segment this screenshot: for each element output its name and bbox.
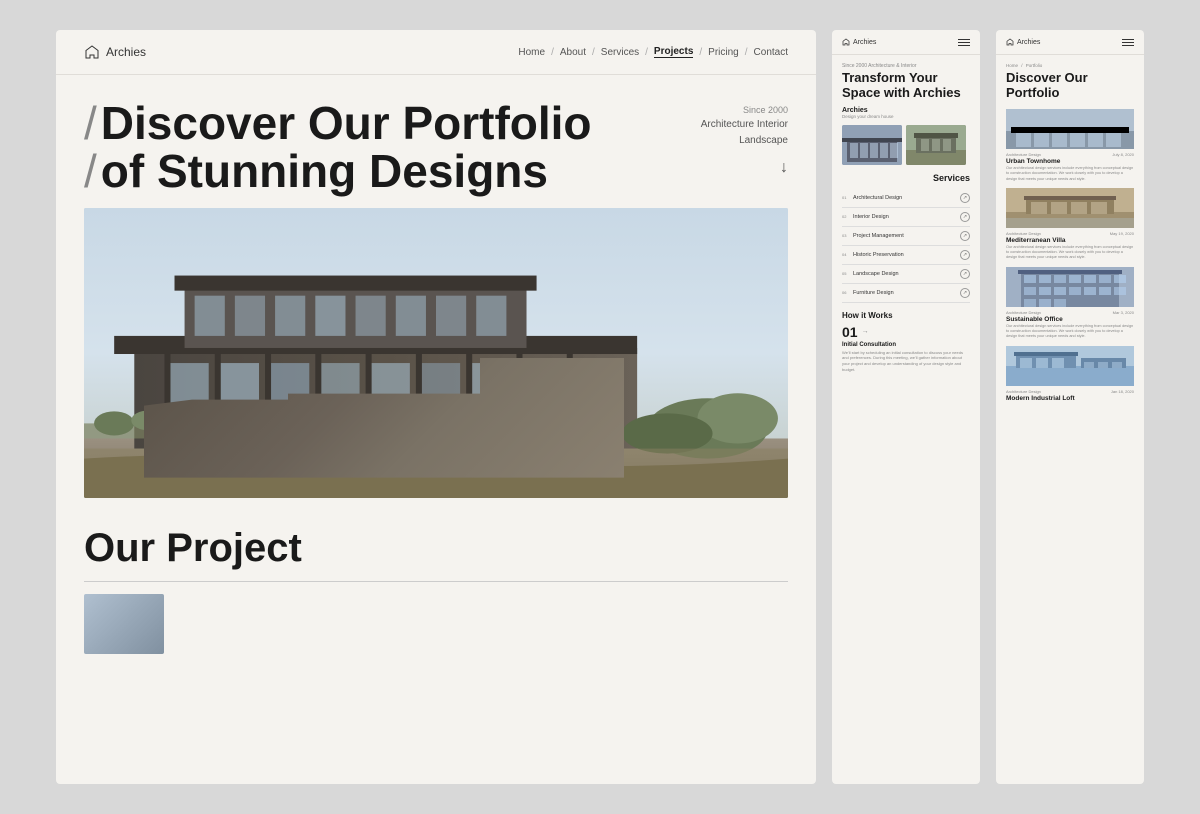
main-panel: Archies Home / About / Services / Projec… [56,30,816,784]
right-hero-title: Discover Our Portfolio [1006,71,1134,101]
card-2-image [1006,188,1134,228]
how-it-works-title: How it Works [842,311,970,320]
service-row-3[interactable]: 03 Project Management ↗ [842,227,970,246]
card-3-date: Mar 3, 2020 [1113,310,1134,315]
middle-hero-title: Transform Your Space with Archies [842,71,970,101]
portfolio-card-1[interactable]: Architecture Design July 8, 2020 Urban T… [1006,109,1134,182]
middle-services-title: Services [842,173,970,183]
card-4-image [1006,346,1134,386]
service-row-5[interactable]: 05 Landscape Design ↗ [842,265,970,284]
card-3-text: Our architectural design services includ… [1006,324,1134,340]
breadcrumb: Home / Portfolio [1006,63,1134,68]
scroll-arrow[interactable]: ↓ [701,155,788,181]
logo-text: Archies [106,45,146,59]
hero-meta: Since 2000 Architecture InteriorLandscap… [701,103,788,181]
card-4-category: Architecture Design [1006,389,1041,394]
service-arrow-6[interactable]: ↗ [960,288,970,298]
middle-content: Since 2000 Architecture & Interior Trans… [832,55,980,784]
card-1-title: Urban Townhome [1006,158,1134,165]
our-project-title: Our Project [84,526,788,571]
service-arrow-1[interactable]: ↗ [960,193,970,203]
hero-top: /Discover Our Portfolio /of Stunning Des… [84,99,788,196]
service-row-2[interactable]: 02 Interior Design ↗ [842,208,970,227]
card-4-title: Modern Industrial Loft [1006,395,1134,402]
building-svg [84,208,788,498]
project-preview [84,594,788,654]
service-row-1[interactable]: 01 Architectural Design ↗ [842,189,970,208]
service-arrow-3[interactable]: ↗ [960,231,970,241]
mid-img-2-building [906,125,966,165]
card-2-building [1006,188,1134,228]
main-content: /Discover Our Portfolio /of Stunning Des… [56,75,816,784]
step-arrow: → [862,328,869,335]
middle-images [842,125,970,165]
project-thumb-1 [84,594,164,654]
card-4-date: Jan 18, 2020 [1111,389,1134,394]
home-icon [84,44,100,60]
card-3-image [1006,267,1134,307]
middle-company: Archies [842,107,970,114]
card-2-text: Our architectural design services includ… [1006,245,1134,261]
card-3-category: Architecture Design [1006,310,1041,315]
nav-links: Home / About / Services / Projects / Pri… [518,46,788,58]
middle-panel: Archies Since 2000 Architecture & Interi… [832,30,980,784]
middle-tagline: Design your dream house [842,114,970,119]
portfolio-card-3[interactable]: Architecture Design Mar 3, 2020 Sustaina… [1006,267,1134,340]
right-logo-icon [1006,38,1014,46]
portfolio-card-4[interactable]: Architecture Design Jan 18, 2020 Modern … [1006,346,1134,402]
card-1-text: Our architectural design services includ… [1006,166,1134,182]
service-row-4[interactable]: 04 Historic Preservation ↗ [842,246,970,265]
middle-logo[interactable]: Archies [842,38,876,46]
nav-services[interactable]: Services [601,47,639,58]
mid-img-1-building [842,125,902,165]
card-2-date: May 19, 2020 [1110,231,1134,236]
service-arrow-5[interactable]: ↗ [960,269,970,279]
card-1-category: Architecture Design [1006,152,1041,157]
right-content: Home / Portfolio Discover Our Portfolio [996,55,1144,784]
hamburger-menu[interactable] [958,39,970,46]
card-4-building [1006,346,1134,386]
card-3-title: Sustainable Office [1006,316,1134,323]
hero-image [84,208,788,498]
nav-about[interactable]: About [560,47,586,58]
project-divider [84,581,788,582]
service-arrow-4[interactable]: ↗ [960,250,970,260]
service-row-6[interactable]: 06 Furniture Design ↗ [842,284,970,303]
main-nav: Archies Home / About / Services / Projec… [56,30,816,75]
right-nav: Archies [996,30,1144,55]
middle-since: Since 2000 Architecture & Interior [842,63,970,69]
hero-title: /Discover Our Portfolio /of Stunning Des… [84,99,592,196]
card-2-category: Architecture Design [1006,231,1041,236]
middle-img-1 [842,125,902,165]
service-arrow-2[interactable]: ↗ [960,212,970,222]
nav-contact[interactable]: Contact [754,47,788,58]
card-1-image [1006,109,1134,149]
card-1-date: July 8, 2020 [1112,152,1134,157]
nav-pricing[interactable]: Pricing [708,47,739,58]
middle-img-2 [906,125,966,165]
main-logo[interactable]: Archies [84,44,146,60]
right-panel: Archies Home / Portfolio Discover Our Po… [996,30,1144,784]
step-text: We'll start by scheduling an initial con… [842,350,970,372]
card-2-title: Mediterranean Villa [1006,237,1134,244]
step-number: 01 → [842,324,970,340]
right-hamburger[interactable] [1122,39,1134,46]
right-logo[interactable]: Archies [1006,38,1040,46]
step-title: Initial Consultation [842,342,970,348]
card-3-building [1006,267,1134,307]
services-list: 01 Architectural Design ↗ 02 Interior De… [842,189,970,303]
nav-home[interactable]: Home [518,47,545,58]
card-1-building [1006,109,1134,149]
middle-logo-icon [842,38,850,46]
nav-projects[interactable]: Projects [654,46,693,58]
middle-nav: Archies [832,30,980,55]
portfolio-card-2[interactable]: Architecture Design May 19, 2020 Mediter… [1006,188,1134,261]
